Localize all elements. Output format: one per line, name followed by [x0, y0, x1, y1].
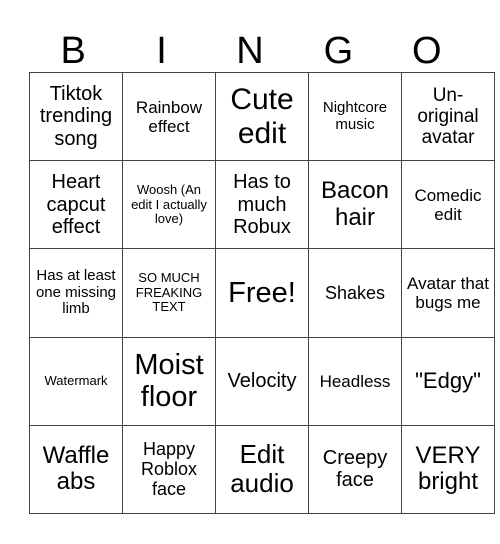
bingo-cell[interactable]: Un-original avatar — [401, 71, 495, 162]
header-letter-n: N — [236, 30, 264, 72]
bingo-board: Tiktok trending song Rainbow effect Cute… — [29, 71, 495, 515]
bingo-cell[interactable]: Edit audio — [215, 424, 309, 515]
board-row: Waffle abs Happy Roblox face Edit audio … — [29, 424, 495, 515]
bingo-cell[interactable]: SO MUCH FREAKING TEXT — [122, 248, 216, 338]
bingo-cell[interactable]: Woosh (An edit I actually love) — [122, 160, 216, 250]
board-row: Watermark Moist floor Velocity Headless … — [29, 336, 495, 426]
bingo-cell[interactable]: Tiktok trending song — [29, 71, 123, 162]
bingo-cell[interactable]: Has at least one missing limb — [29, 248, 123, 338]
bingo-cell[interactable]: Headless — [308, 336, 402, 426]
bingo-cell[interactable]: Waffle abs — [29, 424, 123, 515]
bingo-cell[interactable]: Heart capcut effect — [29, 160, 123, 250]
bingo-cell[interactable]: Has to much Robux — [215, 160, 309, 250]
bingo-cell[interactable]: Nightcore music — [308, 71, 402, 162]
bingo-cell[interactable]: Velocity — [215, 336, 309, 426]
bingo-cell[interactable]: Moist floor — [122, 336, 216, 426]
bingo-cell[interactable]: Avatar that bugs me — [401, 248, 495, 338]
bingo-cell[interactable]: Happy Roblox face — [122, 424, 216, 515]
bingo-cell[interactable]: "Edgy" — [401, 336, 495, 426]
free-space-cell[interactable]: Free! — [215, 248, 309, 338]
bingo-cell[interactable]: Watermark — [29, 336, 123, 426]
bingo-cell[interactable]: Bacon hair — [308, 160, 402, 250]
bingo-cell[interactable]: Shakes — [308, 248, 402, 338]
bingo-cell[interactable]: Rainbow effect — [122, 71, 216, 162]
header-letter-b: B — [60, 30, 86, 72]
bingo-header: B I N G O — [29, 30, 471, 72]
bingo-cell[interactable]: VERY bright — [401, 424, 495, 515]
board-row: Heart capcut effect Woosh (An edit I act… — [29, 160, 495, 250]
header-letter-o: O — [411, 30, 442, 72]
bingo-cell[interactable]: Comedic edit — [401, 160, 495, 250]
board-row: Tiktok trending song Rainbow effect Cute… — [29, 71, 495, 162]
board-row: Has at least one missing limb SO MUCH FR… — [29, 248, 495, 338]
header-letter-i: I — [156, 30, 167, 72]
bingo-cell[interactable]: Cute edit — [215, 71, 309, 162]
bingo-cell[interactable]: Creepy face — [308, 424, 402, 515]
header-letter-g: G — [323, 30, 354, 72]
